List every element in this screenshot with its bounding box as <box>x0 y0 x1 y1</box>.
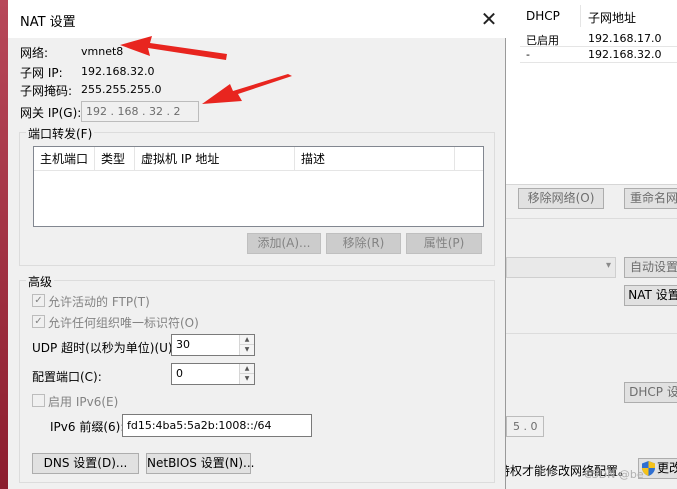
row-dhcp-vmnet8[interactable]: - <box>526 48 530 61</box>
enable-ipv6-checkbox[interactable] <box>32 394 45 407</box>
subnet-mask-label: 子网掩码: <box>20 84 73 98</box>
spin-up-icon[interactable]: ▲ <box>240 364 254 374</box>
advanced-title: 高级 <box>26 273 55 290</box>
column-header-description[interactable]: 描述 <box>295 147 455 171</box>
subnet-ip-label: 子网 IP: <box>20 66 63 80</box>
spin-down-icon[interactable]: ▼ <box>240 374 254 384</box>
nat-settings-button[interactable]: NAT 设置 <box>624 285 677 306</box>
network-value: vmnet8 <box>81 45 124 58</box>
chevron-down-icon: ▾ <box>605 260 611 271</box>
row-subnet-vmnet8[interactable]: 192.168.32.0 <box>588 48 661 61</box>
dialog-title: NAT 设置 <box>20 15 76 30</box>
config-port-value[interactable]: 0 <box>176 367 183 380</box>
annotation-arrow-gateway <box>202 74 292 104</box>
dns-settings-button[interactable]: DNS 设置(D)... <box>32 453 139 474</box>
config-port-stepper[interactable]: 0 ▲ ▼ <box>171 363 255 385</box>
virtual-network-editor-window: DHCP 子网地址 已启用 192.168.17.0 - 192.168.32.… <box>498 0 677 489</box>
close-button[interactable]: ✕ <box>474 6 504 32</box>
checkmark-icon: ✓ <box>34 316 43 327</box>
enable-ipv6-label[interactable]: 启用 IPv6(E) <box>48 393 118 410</box>
column-header-subnet[interactable]: 子网地址 <box>588 9 636 26</box>
network-label: 网络: <box>20 46 49 60</box>
port-forwarding-table[interactable]: 主机端口 类型 虚拟机 IP 地址 描述 <box>33 146 484 227</box>
allow-ftp-checkbox[interactable]: ✓ <box>32 294 45 307</box>
udp-timeout-stepper[interactable]: 30 ▲ ▼ <box>171 334 255 356</box>
watermark: CSDN @be <box>584 468 644 481</box>
gateway-ip-label: 网关 IP(G): <box>20 106 82 120</box>
netbios-settings-button[interactable]: NetBIOS 设置(N)... <box>146 453 255 474</box>
column-header-vm-ip[interactable]: 虚拟机 IP 地址 <box>135 147 295 171</box>
allow-oui-checkbox[interactable]: ✓ <box>32 315 45 328</box>
desktop-background <box>0 0 8 489</box>
row-subnet-vmnet1[interactable]: 192.168.17.0 <box>588 32 661 45</box>
remove-network-button[interactable]: 移除网络(O) <box>518 188 604 209</box>
subnet-mask-field-tail[interactable]: 5 . 0 <box>506 416 544 437</box>
dhcp-settings-button[interactable]: DHCP 设 <box>624 382 677 403</box>
config-port-label: 配置端口(C): <box>32 370 102 384</box>
annotation-arrow-network <box>120 36 227 60</box>
spin-down-icon[interactable]: ▼ <box>240 345 254 355</box>
properties-button[interactable]: 属性(P) <box>406 233 482 254</box>
title-bar[interactable]: NAT 设置 ✕ <box>8 0 506 38</box>
close-icon[interactable]: ✕ <box>481 7 498 31</box>
spin-up-icon[interactable]: ▲ <box>240 335 254 345</box>
bridge-select[interactable]: ▾ <box>506 257 616 278</box>
udp-timeout-label: UDP 超时(以秒为单位)(U): <box>32 341 177 355</box>
gateway-ip-input[interactable]: 192 . 168 . 32 . 2 <box>81 101 199 122</box>
add-button[interactable]: 添加(A)... <box>247 233 321 254</box>
column-header-host-port[interactable]: 主机端口 <box>34 147 95 171</box>
checkmark-icon: ✓ <box>34 295 43 306</box>
subnet-mask-value: 255.255.255.0 <box>81 83 162 96</box>
ipv6-prefix-label: IPv6 前缀(6): <box>50 420 125 434</box>
network-table: DHCP 子网地址 已启用 192.168.17.0 - 192.168.32.… <box>506 0 677 185</box>
rename-network-button[interactable]: 重命名网 <box>624 188 677 209</box>
subnet-ip-value: 192.168.32.0 <box>81 65 155 78</box>
change-settings-label: 更改 <box>657 461 677 475</box>
allow-oui-label[interactable]: 允许任何组织唯一标识符(O) <box>48 314 199 331</box>
allow-ftp-label[interactable]: 允许活动的 FTP(T) <box>48 293 150 310</box>
column-header-dhcp[interactable]: DHCP <box>526 9 560 23</box>
port-forwarding-title: 端口转发(F) <box>26 125 95 142</box>
udp-timeout-value[interactable]: 30 <box>176 338 190 351</box>
remove-button[interactable]: 移除(R) <box>326 233 401 254</box>
ipv6-prefix-input[interactable]: fd15:4ba5:5a2b:1008::/64 <box>122 414 312 437</box>
auto-settings-button[interactable]: 自动设置 <box>624 257 677 278</box>
column-header-type[interactable]: 类型 <box>95 147 135 171</box>
